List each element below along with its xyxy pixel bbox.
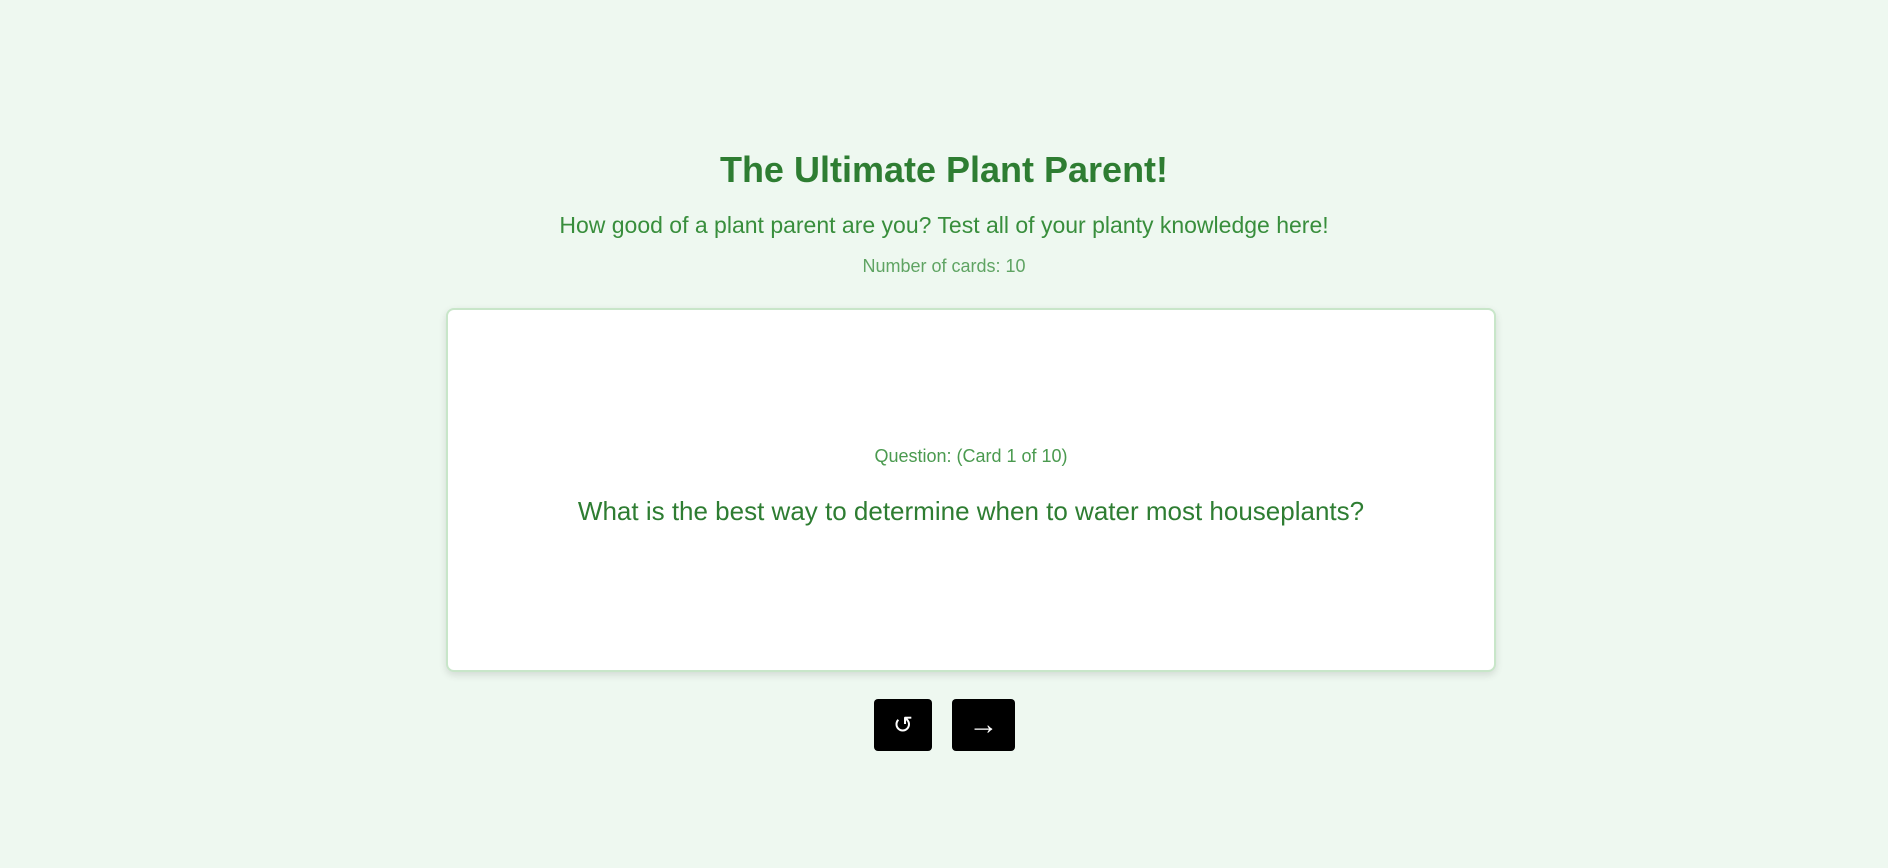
reset-button[interactable]: ↺ — [874, 699, 932, 751]
next-button[interactable]: → — [952, 699, 1015, 751]
card-count: Number of cards: 10 — [862, 256, 1026, 276]
arrow-right-icon: → — [968, 708, 999, 741]
card-label: Question: (Card 1 of 10) — [874, 446, 1068, 466]
flashcard[interactable]: Question: (Card 1 of 10) What is the bes… — [446, 308, 1496, 672]
page-title: The Ultimate Plant Parent! — [719, 149, 1169, 190]
reset-icon: ↺ — [892, 711, 914, 739]
page-subtitle: How good of a plant parent are you? Test… — [559, 212, 1329, 238]
card-question: What is the best way to determine when t… — [577, 496, 1365, 526]
flashcard-app: The Ultimate Plant Parent! How good of a… — [0, 0, 1888, 868]
